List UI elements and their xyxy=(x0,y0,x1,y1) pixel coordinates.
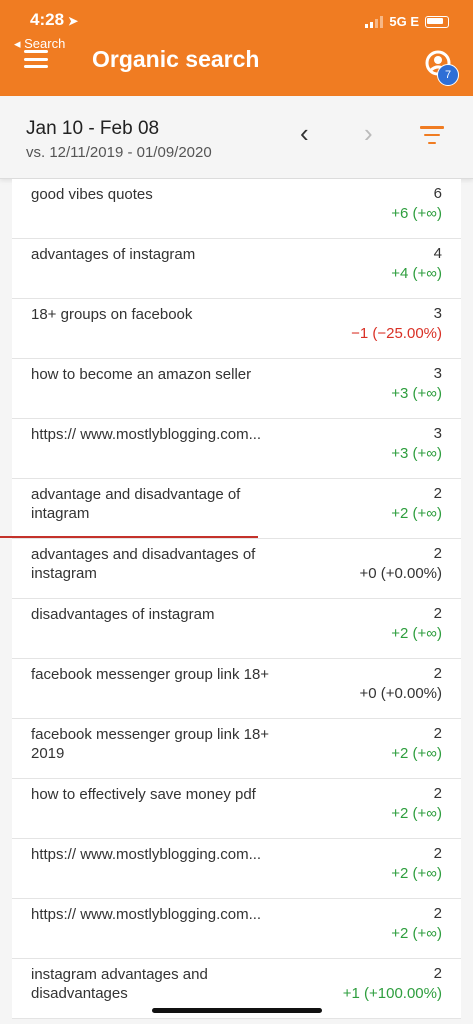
query-text: how to become an amazon seller xyxy=(31,366,252,383)
next-period-button[interactable]: › xyxy=(364,120,373,146)
query-count: 2 xyxy=(433,845,442,862)
notification-badge: 7 xyxy=(437,64,459,86)
list-item[interactable]: facebook messenger group link 18+ 2 +0 (+0… xyxy=(12,659,461,719)
signal-icon xyxy=(365,15,384,28)
network-label: 5G E xyxy=(389,14,419,29)
status-time-text: 4:28 xyxy=(30,10,65,29)
list-item[interactable]: advantages of instagram 4 +4 (+∞) xyxy=(12,239,461,299)
query-text: 18+ groups on facebook xyxy=(31,306,193,323)
previous-period-button[interactable]: ‹ xyxy=(300,120,309,146)
date-range[interactable]: Jan 10 - Feb 08 xyxy=(26,118,159,140)
query-text: https:// www.mostlyblogging.com... xyxy=(31,426,262,443)
list-item[interactable]: disadvantages of instagram 2 +2 (+∞) xyxy=(12,599,461,659)
query-change: +0 (+0.00%) xyxy=(359,565,442,582)
query-count: 2 xyxy=(433,905,442,922)
query-change: +4 (+∞) xyxy=(391,265,442,282)
filter-icon[interactable] xyxy=(420,126,444,144)
query-count: 3 xyxy=(433,425,442,442)
query-count: 2 xyxy=(433,725,442,742)
query-count: 3 xyxy=(433,305,442,322)
query-text: https:// www.mostlyblogging.com... xyxy=(31,846,262,863)
query-text: advantages and disadvantages of instagra… xyxy=(31,546,256,582)
battery-icon xyxy=(425,15,449,28)
query-change: +2 (+∞) xyxy=(391,925,442,942)
list-item[interactable]: advantages and disadvantages of instagra… xyxy=(12,539,461,599)
list-item[interactable]: good vibes quotes 6 +6 (+∞) xyxy=(12,179,461,239)
query-count: 6 xyxy=(433,185,442,202)
query-text: advantage and disadvantage of intagram xyxy=(31,486,241,522)
query-change: +3 (+∞) xyxy=(391,385,442,402)
query-count: 2 xyxy=(433,665,442,682)
query-change: +6 (+∞) xyxy=(391,205,442,222)
query-change: +1 (+100.00%) xyxy=(342,985,442,1002)
query-count: 2 xyxy=(433,485,442,502)
query-text: how to effectively save money pdf xyxy=(31,786,256,803)
list-item[interactable]: how to become an amazon seller 3 +3 (+∞) xyxy=(12,359,461,419)
query-count: 4 xyxy=(433,245,442,262)
list-item[interactable]: 18+ groups on facebook 3 −1 (−25.00%) xyxy=(12,299,461,359)
list-item[interactable]: advantage and disadvantage of intagram 2 +… xyxy=(12,479,461,539)
query-text: facebook messenger group link 18+ 2019 xyxy=(31,726,270,762)
annotation-underline xyxy=(0,536,258,538)
app-header: 4:28 ➤ ◂ Search 5G E Organic search 7 xyxy=(0,0,473,96)
query-list: good vibes quotes 6 +6 (+∞) advantages of i… xyxy=(12,179,461,1019)
page-title: Organic search xyxy=(92,46,260,72)
query-text: advantages of instagram xyxy=(31,246,196,263)
query-text: good vibes quotes xyxy=(31,186,153,203)
query-text: instagram advantages and disadvantages xyxy=(31,966,208,1002)
home-indicator xyxy=(152,1008,322,1013)
query-change: +3 (+∞) xyxy=(391,445,442,462)
query-change: +2 (+∞) xyxy=(391,805,442,822)
query-change: −1 (−25.00%) xyxy=(351,325,442,342)
query-count: 2 xyxy=(433,545,442,562)
list-item[interactable]: https:// www.mostlyblogging.com... 3 +3 (+… xyxy=(12,419,461,479)
query-text: disadvantages of instagram xyxy=(31,606,215,623)
query-change: +2 (+∞) xyxy=(391,505,442,522)
query-count: 2 xyxy=(433,605,442,622)
query-change: +2 (+∞) xyxy=(391,865,442,882)
query-change: +0 (+0.00%) xyxy=(359,685,442,702)
list-item[interactable]: how to effectively save money pdf 2 +2 (+∞… xyxy=(12,779,461,839)
date-compare: vs. 12/11/2019 - 01/09/2020 xyxy=(26,144,212,161)
date-range-bar: Jan 10 - Feb 08 vs. 12/11/2019 - 01/09/2… xyxy=(0,96,473,179)
menu-icon[interactable] xyxy=(24,50,48,68)
list-item[interactable]: https:// www.mostlyblogging.com... 2 +2 (+… xyxy=(12,899,461,959)
query-count: 2 xyxy=(433,785,442,802)
list-item[interactable]: https:// www.mostlyblogging.com... 2 +2 (+… xyxy=(12,839,461,899)
query-change: +2 (+∞) xyxy=(391,745,442,762)
query-count: 2 xyxy=(433,965,442,982)
status-indicators: 5G E xyxy=(365,14,449,29)
query-count: 3 xyxy=(433,365,442,382)
status-time: 4:28 ➤ xyxy=(30,10,78,30)
query-change: +2 (+∞) xyxy=(391,625,442,642)
list-item[interactable]: facebook messenger group link 18+ 2019 2 +… xyxy=(12,719,461,779)
query-text: facebook messenger group link 18+ xyxy=(31,666,270,683)
query-text: https:// www.mostlyblogging.com... xyxy=(31,906,262,923)
location-arrow-icon: ➤ xyxy=(68,14,79,28)
